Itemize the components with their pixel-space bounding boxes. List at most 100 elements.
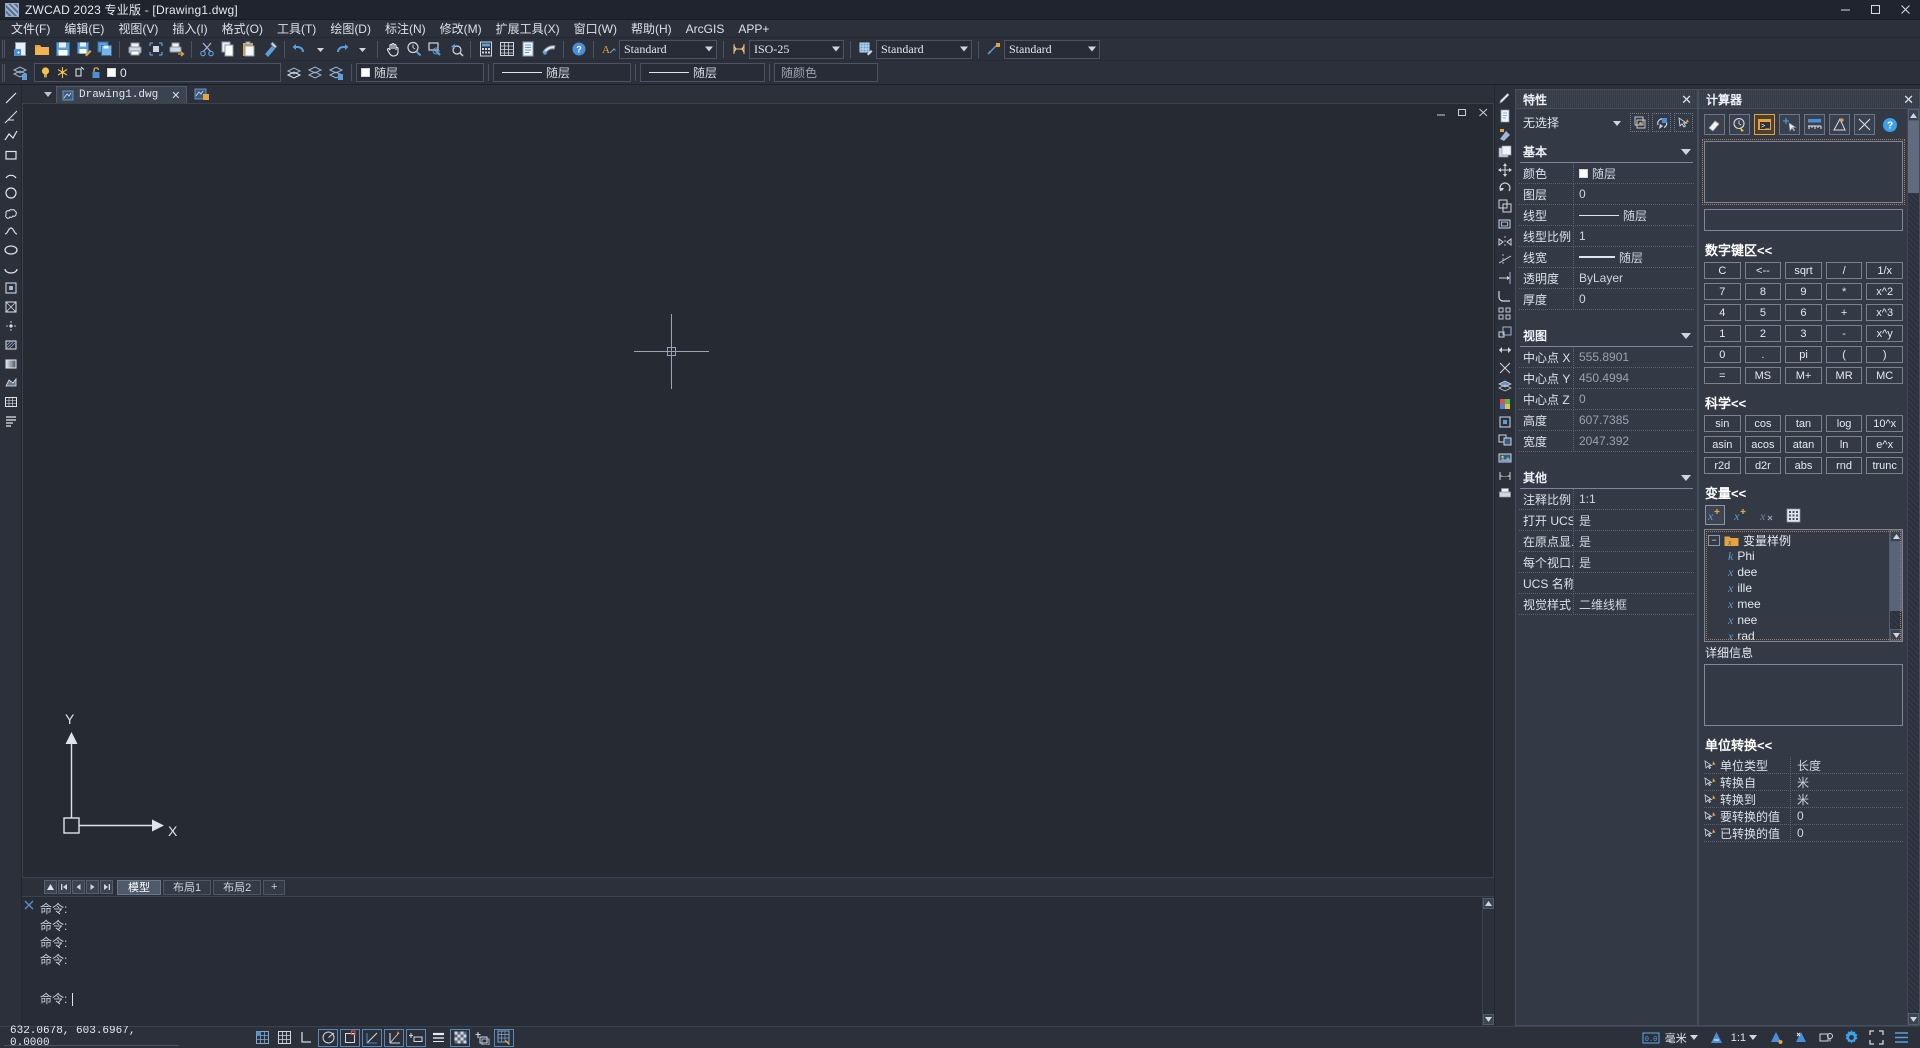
property-value[interactable]: 是 [1573, 530, 1694, 552]
dim-rail-icon[interactable] [1496, 467, 1515, 485]
unit-value[interactable]: 长度 [1790, 756, 1903, 774]
save-all-icon[interactable] [94, 39, 115, 59]
linetype-combo[interactable]: 随层 [493, 63, 631, 82]
cut-icon[interactable] [196, 39, 217, 59]
menu-file[interactable]: 文件(F) [4, 20, 57, 38]
key-sqrt[interactable]: sqrt [1785, 262, 1822, 279]
scroll-track[interactable] [1908, 193, 1919, 1013]
scroll-thumb[interactable] [1908, 121, 1919, 193]
minimize-button[interactable] [1830, 0, 1860, 20]
key-minus[interactable]: - [1825, 325, 1863, 342]
menu-format[interactable]: 格式(O) [215, 20, 270, 38]
arc-icon[interactable] [1, 164, 21, 183]
variable-tree-root[interactable]: − x 变量样例 [1708, 532, 1889, 548]
clear-history-icon[interactable] [1729, 114, 1750, 135]
units-section-title[interactable]: 单位转换<< [1705, 735, 1903, 754]
copy2-icon[interactable] [1496, 197, 1515, 215]
save-icon[interactable] [52, 39, 73, 59]
property-value[interactable]: 450.4994 [1573, 367, 1694, 389]
extend-icon[interactable] [1496, 269, 1515, 287]
key-open-paren[interactable]: ( [1825, 346, 1863, 363]
make-block-icon[interactable] [1, 297, 21, 316]
selection-cycling-icon[interactable] [494, 1028, 514, 1047]
table2-icon[interactable] [1, 392, 21, 411]
construction-line-icon[interactable] [1, 107, 21, 126]
color-rail-icon[interactable] [1496, 395, 1515, 413]
key-acos[interactable]: acos [1744, 436, 1782, 453]
layer-freeze-icon[interactable] [56, 66, 69, 79]
property-value[interactable] [1573, 572, 1694, 594]
model-layout-toggle-icon[interactable] [44, 880, 57, 894]
key-clear[interactable]: C [1704, 262, 1741, 279]
property-value[interactable]: 0 [1573, 183, 1694, 205]
key-2[interactable]: 2 [1744, 325, 1782, 342]
auto-scale-icon[interactable] [1791, 1029, 1811, 1047]
key-m-plus[interactable]: M+ [1785, 367, 1822, 384]
rectangle-icon[interactable] [1, 145, 21, 164]
menu-arcgis[interactable]: ArcGIS [679, 20, 732, 38]
close-button[interactable] [1890, 0, 1920, 20]
close-icon[interactable]: ✕ [171, 89, 180, 102]
publish-icon[interactable] [166, 39, 187, 59]
circle-icon[interactable] [1, 183, 21, 202]
help-blue-icon[interactable]: ? [1879, 114, 1900, 135]
property-value[interactable]: 是 [1573, 551, 1694, 573]
last-tab-icon[interactable] [100, 880, 113, 894]
property-value[interactable]: 二维线框 [1573, 593, 1694, 615]
property-row-visual-style[interactable]: 视觉样式 二维线框 [1519, 593, 1694, 615]
variable-item[interactable]: x nee [1708, 612, 1889, 628]
property-value[interactable]: 1 [1573, 225, 1694, 247]
units-icon[interactable]: 0.0 [1641, 1029, 1661, 1047]
chevron-down-icon[interactable] [1749, 1035, 1757, 1040]
pen-icon[interactable] [1496, 89, 1515, 107]
property-row-height[interactable]: 高度 607.7385 [1519, 409, 1694, 431]
property-row-center-z[interactable]: 中心点 Z 0 [1519, 388, 1694, 410]
layout-tab-layout1[interactable]: 布局1 [163, 879, 212, 895]
coordinate-display[interactable]: 632.0678, 603.6967, 0.0000 [4, 1025, 179, 1048]
key-8[interactable]: 8 [1744, 283, 1782, 300]
tool-palette-icon[interactable] [1496, 125, 1515, 143]
property-row-center-x[interactable]: 中心点 X 555.8901 [1519, 346, 1694, 368]
close-command-icon[interactable] [22, 897, 36, 1026]
zoom-window-icon[interactable] [424, 39, 445, 59]
property-value[interactable]: 是 [1573, 509, 1694, 531]
xref-rail-icon[interactable] [1496, 431, 1515, 449]
property-row-center-y[interactable]: 中心点 Y 450.4994 [1519, 367, 1694, 389]
get-coordinates-icon[interactable] [1779, 114, 1800, 135]
image-rail-icon[interactable] [1496, 449, 1515, 467]
key-e-power[interactable]: e^x [1866, 436, 1903, 453]
variable-item[interactable]: k Phi [1708, 548, 1889, 564]
key-divide[interactable]: / [1825, 262, 1863, 279]
match-properties-icon[interactable] [259, 39, 280, 59]
key-trunc[interactable]: trunc [1866, 457, 1903, 474]
property-row-width[interactable]: 宽度 2047.392 [1519, 430, 1694, 452]
menu-draw[interactable]: 绘图(D) [323, 20, 378, 38]
new-file-icon[interactable] [10, 39, 31, 59]
key-1[interactable]: 1 [1704, 325, 1741, 342]
ellipse-icon[interactable] [1, 240, 21, 259]
variable-item[interactable]: x dee [1708, 564, 1889, 580]
menu-dimension[interactable]: 标注(N) [378, 20, 433, 38]
next-tab-icon[interactable] [86, 880, 99, 894]
layer-toolbar-grip[interactable] [2, 63, 7, 82]
layer-previous-icon[interactable] [305, 63, 326, 83]
clear-icon[interactable] [1704, 114, 1725, 135]
layer-color-swatch[interactable] [107, 68, 116, 77]
variable-item[interactable]: x rad [1708, 628, 1889, 642]
properties-icon[interactable] [517, 39, 538, 59]
layer-unlock-icon[interactable] [90, 66, 103, 79]
redo-dropdown-icon[interactable] [352, 39, 373, 59]
menu-edit[interactable]: 编辑(E) [57, 20, 111, 38]
explode-icon[interactable] [1496, 359, 1515, 377]
move-icon[interactable] [1496, 161, 1515, 179]
key-close-paren[interactable]: ) [1866, 346, 1903, 363]
layer-states-icon[interactable] [326, 63, 347, 83]
fullscreen-icon[interactable] [1866, 1029, 1886, 1047]
workspace-icon[interactable] [1816, 1029, 1836, 1047]
save-as-icon[interactable] [73, 39, 94, 59]
lineweight-combo[interactable]: 随层 [640, 63, 765, 82]
property-value[interactable]: 随层 [1573, 204, 1694, 226]
expander-icon[interactable]: − [1708, 534, 1720, 546]
property-row-lineweight[interactable]: 线宽 随层 [1519, 246, 1694, 268]
multiline-text-icon[interactable] [1, 411, 21, 430]
